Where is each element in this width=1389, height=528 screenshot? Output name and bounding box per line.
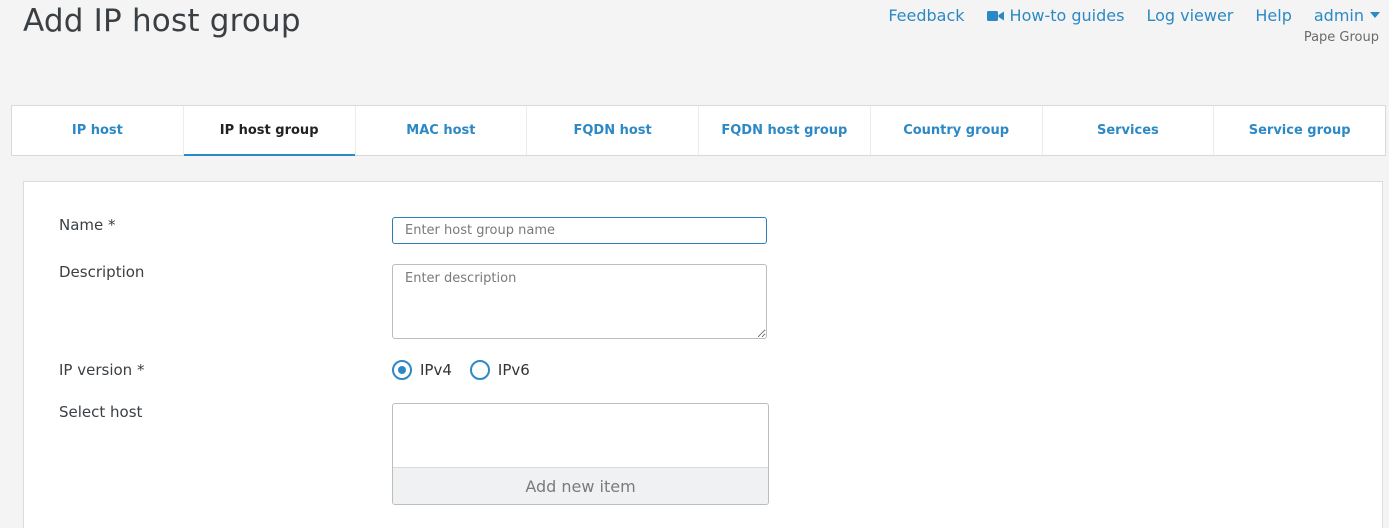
select-host-box: Add new item — [392, 403, 769, 505]
caret-down-icon — [1370, 12, 1380, 18]
how-to-guides-label: How-to guides — [1009, 6, 1125, 25]
help-link[interactable]: Help — [1255, 6, 1291, 25]
log-viewer-link[interactable]: Log viewer — [1146, 6, 1233, 25]
ipv4-option[interactable]: IPv4 — [392, 360, 452, 380]
ip-version-radio-group: IPv4 IPv6 — [392, 360, 548, 380]
how-to-guides-link[interactable]: How-to guides — [986, 6, 1125, 25]
add-new-item-button[interactable]: Add new item — [393, 467, 768, 504]
ipv4-radio[interactable] — [392, 360, 412, 380]
tab-mac-host[interactable]: MAC host — [356, 106, 528, 155]
description-textarea[interactable] — [392, 264, 767, 339]
form-panel: Name * Description IP version * IPv4 IPv… — [23, 181, 1383, 528]
tab-country-group[interactable]: Country group — [871, 106, 1043, 155]
host-list[interactable] — [393, 404, 768, 467]
user-menu[interactable]: admin — [1314, 6, 1380, 25]
object-tabs: IP host IP host group MAC host FQDN host… — [11, 105, 1386, 156]
ipv6-radio[interactable] — [469, 360, 490, 380]
page-title: Add IP host group — [23, 3, 301, 39]
ipv6-option[interactable]: IPv6 — [469, 360, 530, 380]
tab-service-group[interactable]: Service group — [1214, 106, 1385, 155]
select-host-label: Select host — [59, 403, 143, 421]
organization-name: Pape Group — [1303, 30, 1379, 45]
top-navigation: Feedback How-to guides Log viewer Help a… — [888, 6, 1380, 25]
user-name: admin — [1313, 6, 1364, 25]
name-label: Name * — [59, 216, 116, 234]
ipv4-label: IPv4 — [420, 361, 452, 379]
tab-fqdn-host-group[interactable]: FQDN host group — [699, 106, 871, 155]
feedback-link[interactable]: Feedback — [888, 6, 964, 25]
ip-version-label: IP version * — [59, 361, 145, 379]
ipv6-label: IPv6 — [497, 361, 530, 379]
tab-ip-host-group[interactable]: IP host group — [183, 106, 356, 156]
name-input[interactable] — [392, 217, 767, 244]
video-camera-icon — [986, 11, 1004, 21]
tab-ip-host[interactable]: IP host — [12, 106, 184, 155]
description-label: Description — [59, 263, 145, 281]
tab-fqdn-host[interactable]: FQDN host — [527, 106, 699, 155]
tab-services[interactable]: Services — [1043, 106, 1215, 155]
